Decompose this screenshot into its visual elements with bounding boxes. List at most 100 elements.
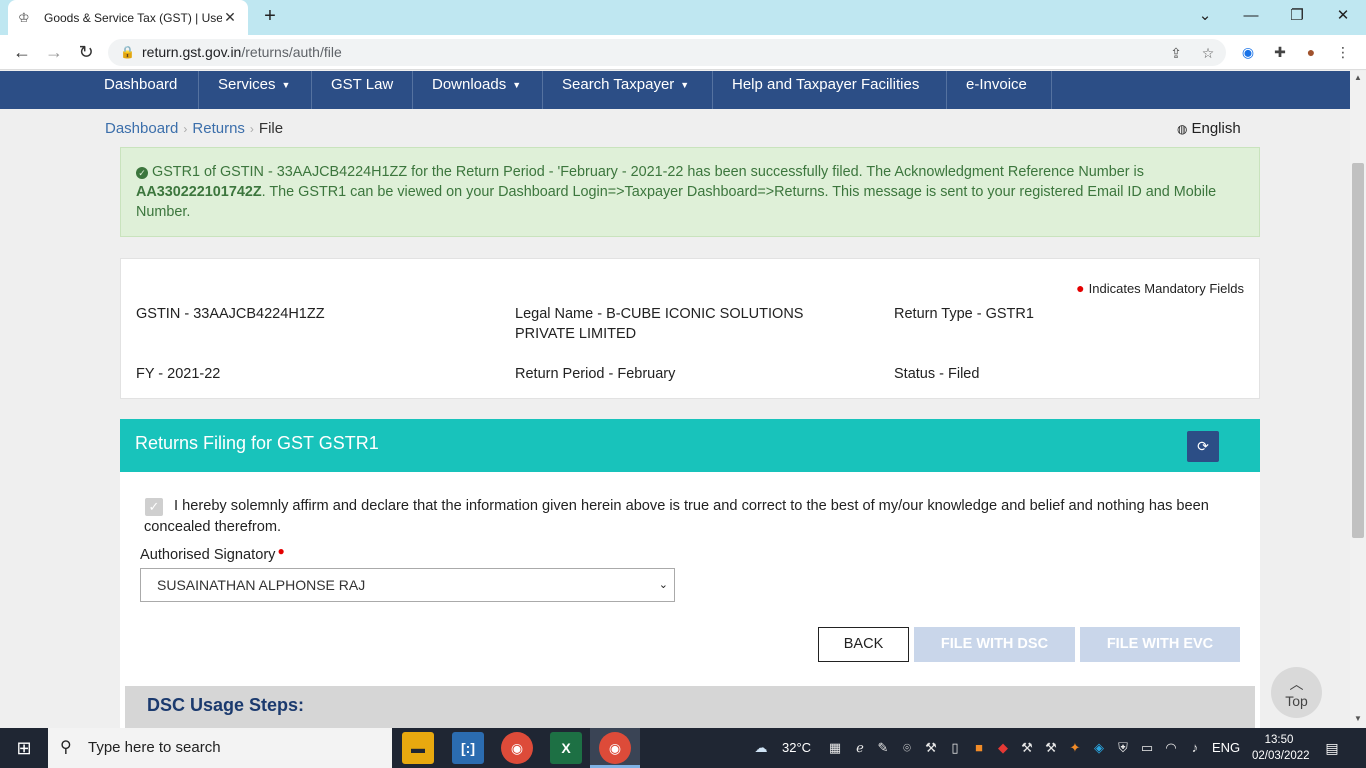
share-icon[interactable]: ⇪	[1166, 43, 1186, 63]
address-bar: ← → ↻ 🔒 return.gst.gov.in/returns/auth/f…	[0, 35, 1366, 70]
return-period-text: Return Period - February	[515, 366, 676, 382]
tool2-tray-icon[interactable]: ⚒	[1018, 739, 1036, 757]
nav-label: e-Invoice	[966, 76, 1027, 93]
wifi-icon[interactable]: ◠	[1162, 739, 1180, 757]
notification-icon[interactable]: ▤	[1322, 738, 1342, 758]
main-navbar: Dashboard Services ▼ GST Law Downloads ▼ S…	[0, 71, 1350, 109]
caret-down-icon: ▼	[680, 80, 690, 91]
scroll-thumb[interactable]	[1352, 163, 1364, 538]
taskbar-search[interactable]: ⚲ Type here to search	[48, 728, 392, 768]
back-arrow-icon[interactable]: ←	[10, 40, 34, 64]
nav-label: Help and Taxpayer Facilities	[732, 76, 920, 93]
new-tab-button[interactable]: +	[258, 4, 282, 28]
shield-tray-icon[interactable]: ◈	[1090, 739, 1108, 757]
nav-divider	[712, 71, 713, 109]
close-tab-icon[interactable]: ✕	[222, 9, 238, 26]
page-scrollbar[interactable]: ▲ ▼	[1350, 71, 1366, 728]
nav-services[interactable]: Services ▼	[218, 71, 290, 109]
close-window-button[interactable]: ✕	[1331, 4, 1355, 28]
refresh-button[interactable]: ⟳	[1187, 431, 1219, 462]
file-explorer-icon[interactable]: ▬	[402, 732, 434, 764]
weather-cloud-icon[interactable]: ☁	[752, 739, 770, 757]
edge-tray-icon[interactable]: ℯ	[851, 739, 869, 757]
nav-dashboard[interactable]: Dashboard	[104, 71, 177, 109]
url-host: return.gst.gov.in	[142, 44, 242, 60]
gstn-tray-icon[interactable]: ▦	[826, 739, 844, 757]
breadcrumb-dashboard[interactable]: Dashboard	[105, 120, 178, 137]
app-red-tray-icon[interactable]: ◆	[994, 739, 1012, 757]
back-button[interactable]: BACK	[818, 627, 909, 662]
restore-button[interactable]: ❐	[1285, 4, 1309, 28]
fy-text: FY - 2021-22	[136, 366, 221, 382]
input-language[interactable]: ENG	[1212, 728, 1240, 768]
battery-icon[interactable]: ▭	[1138, 739, 1156, 757]
signatory-select[interactable]: SUSAINATHAN ALPHONSE RAJ ⌄	[140, 568, 675, 602]
scroll-down-arrow-icon[interactable]: ▼	[1350, 714, 1366, 726]
browser-tab-bar: ♔ Goods & Service Tax (GST) | User ✕ + ⌄…	[0, 0, 1366, 35]
nav-gst-law[interactable]: GST Law	[331, 71, 393, 109]
extension-icon[interactable]: ◉	[1238, 42, 1258, 62]
nav-divider	[946, 71, 947, 109]
chrome-icon[interactable]: ◉	[501, 732, 533, 764]
signatory-label: Authorised Signatory ●	[140, 544, 285, 563]
profile-avatar[interactable]: ●	[1301, 42, 1321, 62]
tab-title: Goods & Service Tax (GST) | User	[44, 10, 222, 25]
nav-label: GST Law	[331, 76, 394, 93]
menu-kebab-icon[interactable]: ⋮	[1333, 42, 1353, 62]
url-field[interactable]: 🔒 return.gst.gov.in/returns/auth/file ⇪ …	[108, 39, 1226, 66]
refresh-icon: ⟳	[1197, 438, 1209, 454]
scroll-up-arrow-icon[interactable]: ▲	[1350, 73, 1366, 85]
reload-icon[interactable]: ↻	[74, 40, 98, 64]
taskbar-search-placeholder: Type here to search	[88, 739, 221, 756]
breadcrumb: Dashboard › Returns › File	[105, 120, 283, 137]
file-with-evc-button[interactable]: FILE WITH EVC	[1080, 627, 1240, 662]
language-selector[interactable]: ◍ English	[1177, 120, 1241, 137]
signatory-label-text: Authorised Signatory	[140, 547, 276, 563]
bookmark-star-icon[interactable]: ☆	[1198, 43, 1218, 63]
minimize-button[interactable]: —	[1239, 4, 1263, 28]
declaration-checkbox[interactable]: ✓	[145, 498, 163, 516]
app-orange-tray-icon[interactable]: ■	[970, 739, 988, 757]
legal-name-text: Legal Name - B-CUBE ICONIC SOLUTIONS PRI…	[515, 306, 804, 342]
puzzle-icon[interactable]: ✚	[1270, 42, 1290, 62]
return-info-card: ● Indicates Mandatory Fields GSTIN - 33AA…	[120, 258, 1260, 399]
weather-temp[interactable]: 32°C	[782, 728, 811, 768]
tab-search-icon[interactable]: ⌄	[1193, 4, 1217, 28]
tool3-tray-icon[interactable]: ⚒	[1042, 739, 1060, 757]
file-with-dsc-button[interactable]: FILE WITH DSC	[914, 627, 1075, 662]
clock-date: 02/03/2022	[1252, 750, 1310, 762]
search-icon: ⚲	[60, 739, 72, 756]
security-tray-icon[interactable]: ⛨	[1114, 739, 1132, 757]
windows-start-icon[interactable]: ⊞	[0, 728, 48, 768]
caret-down-icon: ▼	[281, 80, 291, 91]
chrome-profile-icon[interactable]: ◉	[599, 732, 631, 764]
filing-title: Returns Filing for GST GSTR1	[135, 433, 379, 453]
chevron-up-icon: ︿	[1289, 676, 1304, 692]
nav-divider	[311, 71, 312, 109]
nav-divider	[412, 71, 413, 109]
browser-tab[interactable]: ♔ Goods & Service Tax (GST) | User ✕	[8, 0, 248, 35]
volume-icon[interactable]: ♪	[1186, 739, 1204, 757]
excel-icon[interactable]: X	[550, 732, 582, 764]
breadcrumb-returns[interactable]: Returns	[192, 120, 245, 137]
taskbar-clock[interactable]: 13:50 02/03/2022	[1252, 732, 1310, 764]
forward-arrow-icon[interactable]: →	[42, 40, 66, 64]
lock-icon: 🔒	[120, 45, 135, 59]
usb-tray-icon[interactable]: ▯	[946, 739, 964, 757]
nav-e-invoice[interactable]: e-Invoice	[966, 71, 1027, 109]
nav-help[interactable]: Help and Taxpayer Facilities	[732, 71, 919, 109]
nav-search-taxpayer[interactable]: Search Taxpayer ▼	[562, 71, 689, 109]
app-tray-icon[interactable]: ✦	[1066, 739, 1084, 757]
nav-divider	[1051, 71, 1052, 109]
camera-tray-icon[interactable]: ⌾	[898, 739, 916, 757]
url-path: /returns/auth/file	[241, 44, 342, 60]
scroll-top-button[interactable]: ︿ Top	[1271, 667, 1322, 718]
ack-number: AA330222101742Z	[136, 184, 262, 200]
mandatory-note-text: Indicates Mandatory Fields	[1088, 281, 1244, 296]
globe-icon: ◍	[1177, 122, 1188, 136]
app-bracket-icon[interactable]: [:]	[452, 732, 484, 764]
pen-tray-icon[interactable]: ✎	[874, 739, 892, 757]
breadcrumb-separator-icon: ›	[249, 122, 254, 136]
tool-tray-icon[interactable]: ⚒	[922, 739, 940, 757]
nav-downloads[interactable]: Downloads ▼	[432, 71, 521, 109]
